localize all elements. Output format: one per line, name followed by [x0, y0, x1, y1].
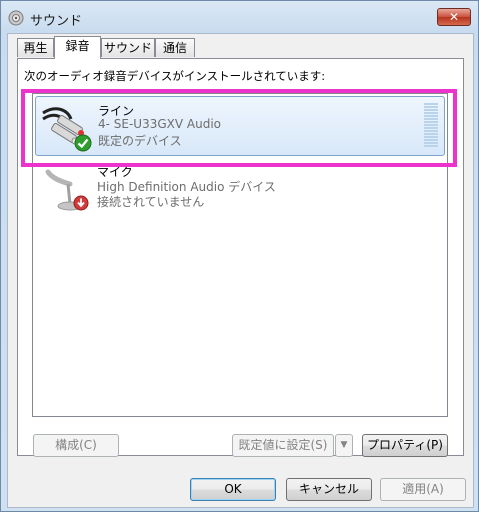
tab-playback[interactable]: 再生: [17, 38, 54, 57]
set-default-button[interactable]: 既定値に設定(S): [232, 434, 334, 457]
window-title: サウンド: [30, 14, 83, 29]
tab-label: サウンド: [103, 41, 152, 55]
level-meter: [424, 103, 438, 149]
panel-intro-text: 次のオーディオ録音デバイスがインストールされています:: [24, 69, 326, 83]
title-bar[interactable]: サウンド ✕: [1, 1, 478, 33]
configure-button[interactable]: 構成(C): [33, 434, 119, 457]
device-item-microphone[interactable]: マイク High Definition Audio デバイス 接続されていません: [35, 158, 445, 218]
green-check-icon: [74, 134, 92, 152]
ok-button[interactable]: OK: [190, 478, 276, 501]
tab-label: 録音: [65, 39, 90, 53]
tab-label: 再生: [23, 41, 48, 55]
device-item-line-in[interactable]: ライン 4- SE-U33GXV Audio 既定のデバイス: [35, 96, 445, 156]
device-status: 既定のデバイス: [98, 134, 182, 148]
close-icon: ✕: [448, 10, 460, 24]
cancel-button[interactable]: キャンセル: [286, 478, 372, 501]
tab-label: 通信: [162, 41, 187, 55]
chevron-down-icon: ▼: [340, 440, 348, 450]
apply-button[interactable]: 適用(A): [380, 478, 466, 501]
properties-button[interactable]: プロパティ(P): [362, 434, 448, 457]
tab-sounds[interactable]: サウンド: [101, 38, 155, 57]
dialog-client-area: 再生 録音 サウンド 通信 次のオーディオ録音デバイスがインストールされています…: [7, 33, 474, 508]
red-down-arrow-icon: [73, 195, 89, 211]
speaker-icon: [8, 10, 24, 26]
set-default-dropdown-arrow[interactable]: ▼: [335, 434, 353, 457]
close-button[interactable]: ✕: [437, 8, 471, 26]
recording-panel: 次のオーディオ録音デバイスがインストールされています: ライン 4- SE-U3…: [17, 58, 464, 457]
device-list[interactable]: ライン 4- SE-U33GXV Audio 既定のデバイス マイク High …: [32, 93, 448, 417]
tab-communications[interactable]: 通信: [155, 38, 195, 57]
device-description: 4- SE-U33GXV Audio: [98, 117, 222, 131]
tab-recording[interactable]: 録音: [54, 36, 101, 59]
device-status: 接続されていません: [97, 195, 205, 209]
sound-dialog-window: サウンド ✕ 再生 録音 サウンド 通信 次のオーディオ録音デバイスがインストー…: [0, 0, 479, 512]
